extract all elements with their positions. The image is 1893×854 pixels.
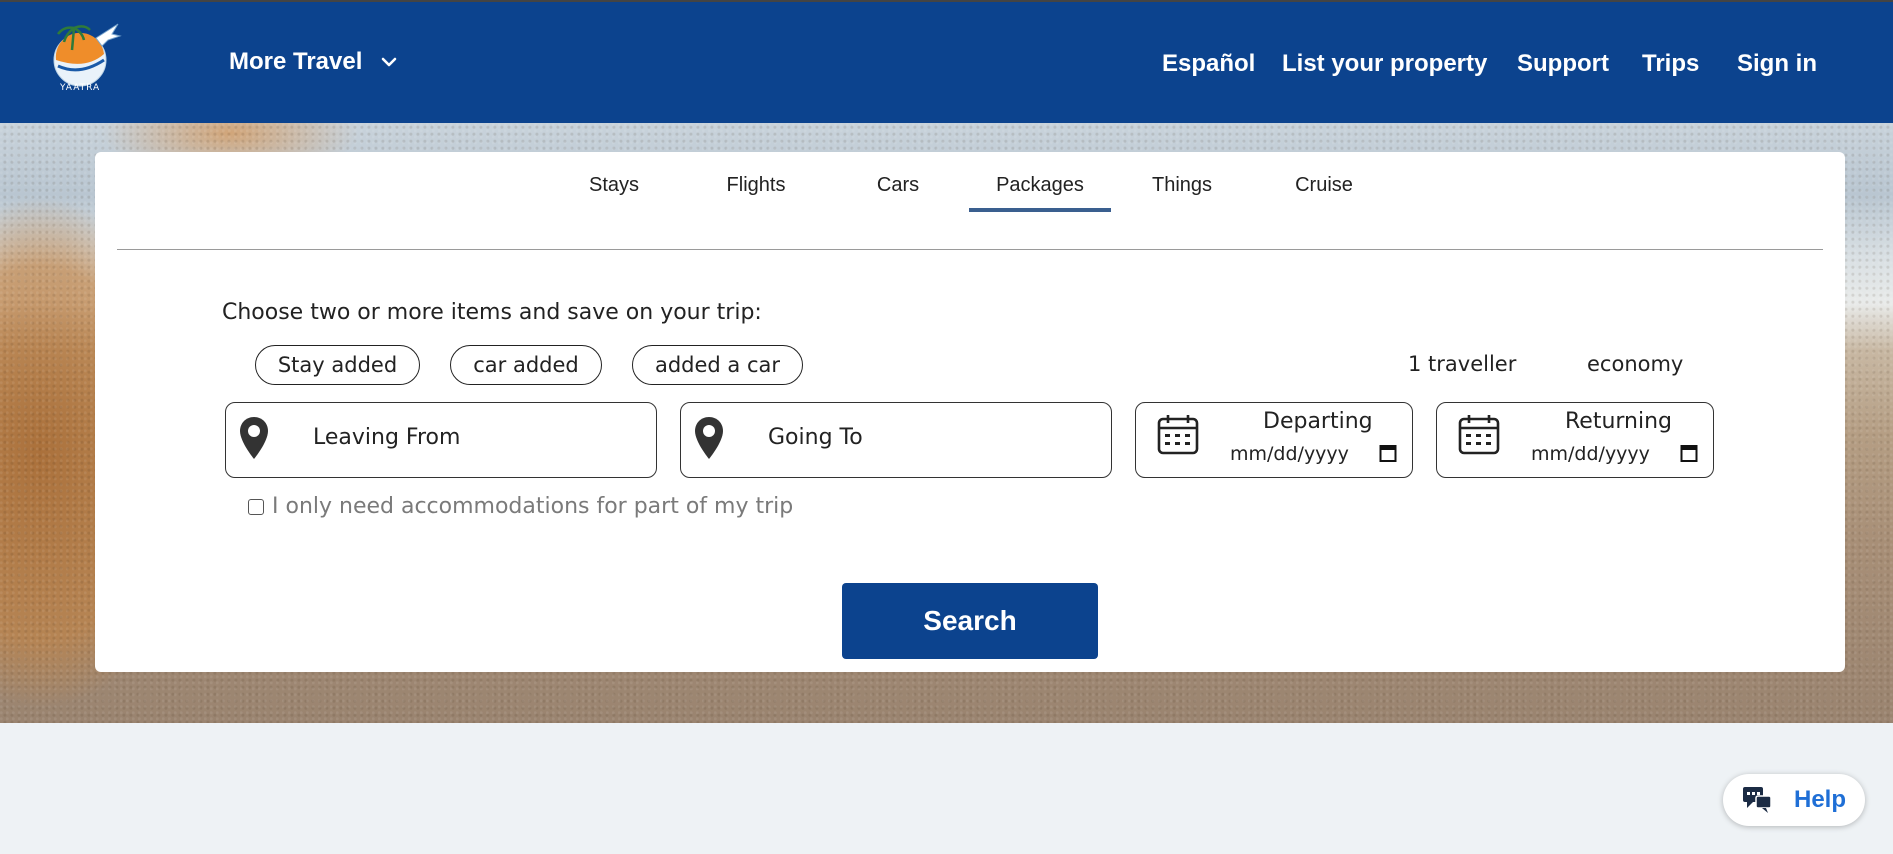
added-a-car-pill[interactable]: added a car [632, 345, 803, 385]
nav-trips[interactable]: Trips [1642, 50, 1699, 78]
departing-date-field[interactable]: Departing mm/dd/yyyy [1135, 402, 1413, 478]
logo-text: YAATRA [59, 83, 100, 92]
partial-accommodation-row: I only need accommodations for part of m… [248, 494, 793, 519]
car-added-pill[interactable]: car added [450, 345, 602, 385]
nav-espanol[interactable]: Español [1162, 50, 1255, 78]
package-prompt: Choose two or more items and save on you… [222, 300, 762, 325]
partial-accommodation-label[interactable]: I only need accommodations for part of m… [272, 494, 793, 519]
nav-sign-in[interactable]: Sign in [1737, 50, 1817, 78]
tab-things[interactable]: Things [1111, 174, 1253, 197]
search-card: Stays Flights Cars Packages Things Cruis… [95, 152, 1845, 672]
top-nav-bar: YAATRA More Travel Español List your pro… [0, 0, 1893, 123]
returning-label: Returning [1565, 409, 1673, 434]
tabs-divider [117, 249, 1823, 250]
calendar-icon [1157, 415, 1199, 455]
tab-stays[interactable]: Stays [543, 174, 685, 197]
nav-list-your-property[interactable]: List your property [1282, 50, 1487, 78]
returning-date-field[interactable]: Returning mm/dd/yyyy [1436, 402, 1714, 478]
map-pin-icon [240, 417, 268, 459]
nav-support[interactable]: Support [1517, 50, 1609, 78]
chat-bubbles-icon [1742, 787, 1772, 813]
tab-cruise[interactable]: Cruise [1253, 174, 1395, 197]
leaving-from-placeholder: Leaving From [313, 425, 461, 450]
tab-packages[interactable]: Packages [969, 174, 1111, 212]
help-label: Help [1793, 786, 1846, 813]
chevron-down-icon [382, 57, 397, 67]
departing-label: Departing [1263, 409, 1373, 434]
tab-flights[interactable]: Flights [685, 174, 827, 197]
yaatra-logo[interactable]: YAATRA [46, 20, 122, 92]
help-button[interactable]: Help [1723, 774, 1865, 826]
stay-added-pill[interactable]: Stay added [255, 345, 420, 385]
date-picker-icon[interactable] [1680, 443, 1698, 463]
more-travel-label: More Travel [229, 48, 363, 75]
calendar-icon [1458, 415, 1500, 455]
leaving-from-field[interactable]: Leaving From [225, 402, 657, 478]
partial-accommodation-checkbox[interactable] [248, 498, 264, 515]
going-to-field[interactable]: Going To [680, 402, 1112, 478]
category-tabs: Stays Flights Cars Packages Things Cruis… [95, 152, 1845, 212]
date-picker-icon[interactable] [1379, 443, 1397, 463]
map-pin-icon [695, 417, 723, 459]
cabin-class-selector[interactable]: economy [1587, 352, 1683, 376]
more-travel-dropdown[interactable]: More Travel [229, 48, 398, 76]
returning-date-value: mm/dd/yyyy [1531, 443, 1650, 465]
traveller-selector[interactable]: 1 traveller [1408, 352, 1516, 376]
search-button[interactable]: Search [842, 583, 1098, 659]
going-to-placeholder: Going To [768, 425, 863, 450]
departing-date-value: mm/dd/yyyy [1230, 443, 1349, 465]
tab-cars[interactable]: Cars [827, 174, 969, 197]
